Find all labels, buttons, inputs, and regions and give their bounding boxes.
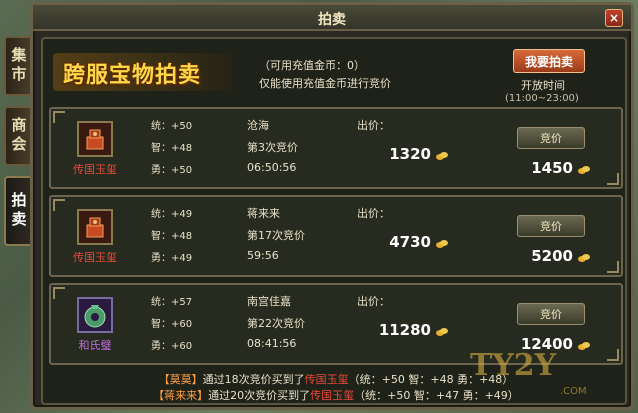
bidder-name: 沧海	[247, 119, 269, 132]
log-item-name: 传国玉玺	[304, 373, 349, 386]
jade-seal-icon[interactable]	[77, 209, 113, 245]
purchase-log-entry: 【蒋来来】通过20次竞价买到了传国玉玺（统：+50 智：+47 勇：+49）	[43, 387, 629, 403]
start-auction-button[interactable]: 我要拍卖	[513, 49, 585, 73]
available-coins: （可用充值金币：0）	[259, 59, 365, 72]
stat-zhi: 智：+60	[151, 319, 193, 330]
bid-round: 第22次竞价	[247, 317, 305, 330]
stat-zhi: 智：+48	[151, 143, 193, 154]
gold-coin-icon	[578, 342, 590, 350]
gold-coin-icon	[578, 166, 590, 174]
stat-yong: 勇：+50	[151, 165, 193, 176]
gold-coin-icon	[436, 240, 448, 248]
open-time-value: (11:00~23:00)	[505, 93, 579, 104]
time-remaining: 59:56	[247, 249, 279, 262]
bid-button[interactable]: 竞价	[517, 303, 585, 325]
stat-zhi: 智：+48	[151, 231, 193, 242]
auction-row: 传国玉玺 统：+49 智：+48 勇：+49 蒋来来 第17次竞价 59:56 …	[49, 195, 623, 277]
bid-round: 第3次竞价	[247, 141, 298, 154]
stat-yong: 勇：+60	[151, 341, 193, 352]
time-remaining: 08:41:56	[247, 337, 297, 350]
item-name: 和氏璧	[78, 339, 112, 352]
site-watermark-sub: .COM	[560, 386, 587, 397]
bid-button[interactable]: 竞价	[517, 127, 585, 149]
jade-seal-icon[interactable]	[77, 121, 113, 157]
stat-tong: 统：+50	[151, 121, 193, 132]
item-name: 传国玉玺	[73, 251, 117, 264]
window-titlebar[interactable]: 拍卖 ×	[33, 5, 631, 31]
log-text: 通过20次竞价买到了	[208, 389, 311, 402]
time-remaining: 06:50:56	[247, 161, 297, 174]
price-label: 出价：	[357, 119, 390, 132]
bidder-name: 南宫佳嘉	[247, 295, 291, 308]
log-text: 通过18次竞价买到了	[202, 373, 305, 386]
buyer-name: 【莫莫】	[158, 373, 203, 386]
coin-note: 仅能使用充值金币进行竞价	[259, 77, 391, 90]
close-button[interactable]: ×	[605, 9, 623, 27]
log-item-name: 传国玉玺	[310, 389, 355, 402]
gold-coin-icon	[436, 152, 448, 160]
bid-round: 第17次竞价	[247, 229, 305, 242]
current-price: 4730	[389, 233, 431, 251]
item-name: 传国玉玺	[73, 163, 117, 176]
gold-coin-icon	[436, 328, 448, 336]
log-stats: （统：+50 智：+47 勇：+49）	[354, 389, 519, 402]
stat-tong: 统：+57	[151, 297, 193, 308]
buyer-name: 【蒋来来】	[153, 389, 209, 402]
open-time-label: 开放时间	[521, 79, 565, 92]
auction-header: 跨服宝物拍卖 （可用充值金币：0） 仅能使用充值金币进行竞价 我要拍卖 开放时间…	[47, 43, 621, 105]
bidder-name: 蒋来来	[247, 207, 280, 220]
current-price: 11280	[378, 321, 431, 339]
site-watermark-logo: TY2Y	[470, 348, 557, 383]
next-bid-price: 1450	[531, 159, 573, 177]
auction-row: 传国玉玺 统：+50 智：+48 勇：+50 沧海 第3次竞价 06:50:56…	[49, 107, 623, 189]
window-title: 拍卖	[318, 12, 346, 28]
stat-yong: 勇：+49	[151, 253, 193, 264]
price-label: 出价：	[357, 207, 390, 220]
current-price: 1320	[389, 145, 431, 163]
price-label: 出价：	[357, 295, 390, 308]
stat-tong: 统：+49	[151, 209, 193, 220]
banner-title: 跨服宝物拍卖	[63, 63, 202, 88]
bid-button[interactable]: 竞价	[517, 215, 585, 237]
gold-coin-icon	[578, 254, 590, 262]
jade-disc-icon[interactable]	[77, 297, 113, 333]
next-bid-price: 5200	[531, 247, 573, 265]
